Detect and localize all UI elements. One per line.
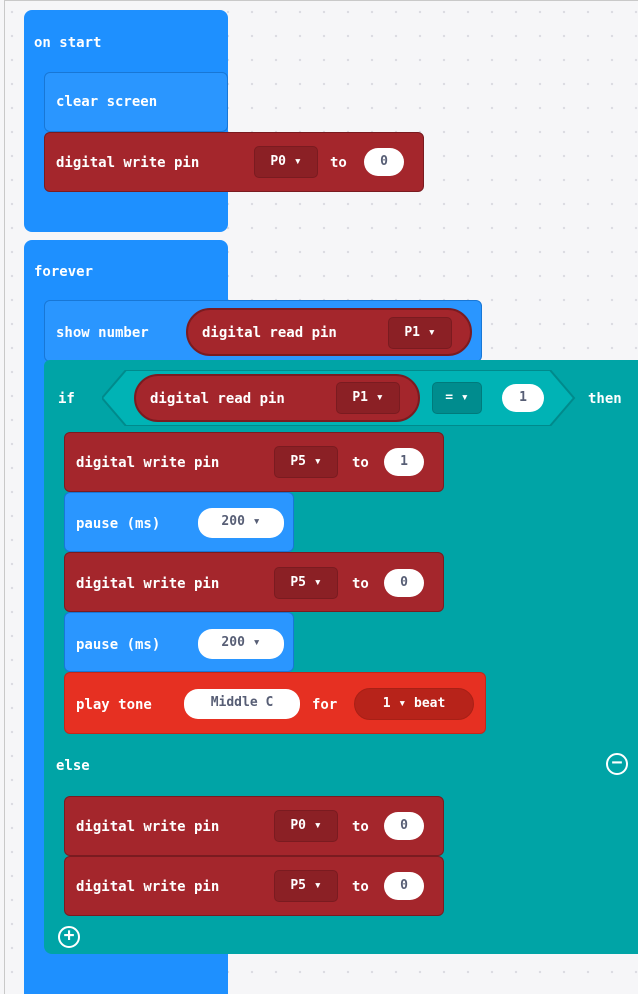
plus-circle-icon[interactable]: + — [58, 926, 80, 948]
pin-dropdown[interactable]: P5 ▾ — [274, 567, 338, 599]
digital-read-label: digital read pin — [150, 391, 285, 407]
beat-dropdown[interactable]: 1 ▾ beat — [354, 688, 474, 720]
forever-label: forever — [34, 264, 94, 280]
to-label: to — [330, 155, 347, 171]
for-label: for — [312, 697, 338, 713]
pin-dropdown[interactable]: P1 ▾ — [336, 382, 400, 414]
value-input[interactable]: 0 — [384, 872, 424, 900]
to-label: to — [352, 879, 369, 895]
pin-dropdown[interactable]: P0 ▾ — [274, 810, 338, 842]
then-label: then — [588, 391, 622, 407]
digital-read-label: digital read pin — [202, 325, 337, 341]
if-label: if — [58, 391, 75, 407]
value-input[interactable]: 0 — [384, 812, 424, 840]
value-input[interactable]: 0 — [364, 148, 404, 176]
pause-duration-dropdown[interactable]: 200 ▾ — [198, 629, 284, 659]
to-label: to — [352, 576, 369, 592]
show-number-label: show number — [56, 325, 149, 341]
digital-write-label: digital write pin — [76, 819, 220, 835]
clear-screen-label: clear screen — [56, 94, 158, 110]
pause-label: pause (ms) — [76, 516, 161, 532]
pin-dropdown[interactable]: P5 ▾ — [274, 870, 338, 902]
digital-write-label: digital write pin — [76, 576, 220, 592]
compare-value-input[interactable]: 1 — [502, 384, 544, 412]
else-label: else — [56, 758, 90, 774]
to-label: to — [352, 819, 369, 835]
pin-dropdown[interactable]: P0 ▾ — [254, 146, 318, 178]
pin-dropdown[interactable]: P5 ▾ — [274, 446, 338, 478]
pin-dropdown[interactable]: P1 ▾ — [388, 317, 452, 349]
play-tone-label: play tone — [76, 697, 152, 713]
digital-write-label: digital write pin — [76, 879, 220, 895]
digital-write-label: digital write pin — [56, 155, 200, 171]
value-input[interactable]: 0 — [384, 569, 424, 597]
minus-circle-icon[interactable]: − — [606, 753, 628, 775]
on-start-label: on start — [34, 35, 102, 51]
note-field[interactable]: Middle C — [184, 689, 300, 719]
operator-dropdown[interactable]: = ▾ — [432, 382, 482, 414]
to-label: to — [352, 455, 369, 471]
value-input[interactable]: 1 — [384, 448, 424, 476]
digital-write-label: digital write pin — [76, 455, 220, 471]
pause-label: pause (ms) — [76, 637, 161, 653]
pause-duration-dropdown[interactable]: 200 ▾ — [198, 508, 284, 538]
